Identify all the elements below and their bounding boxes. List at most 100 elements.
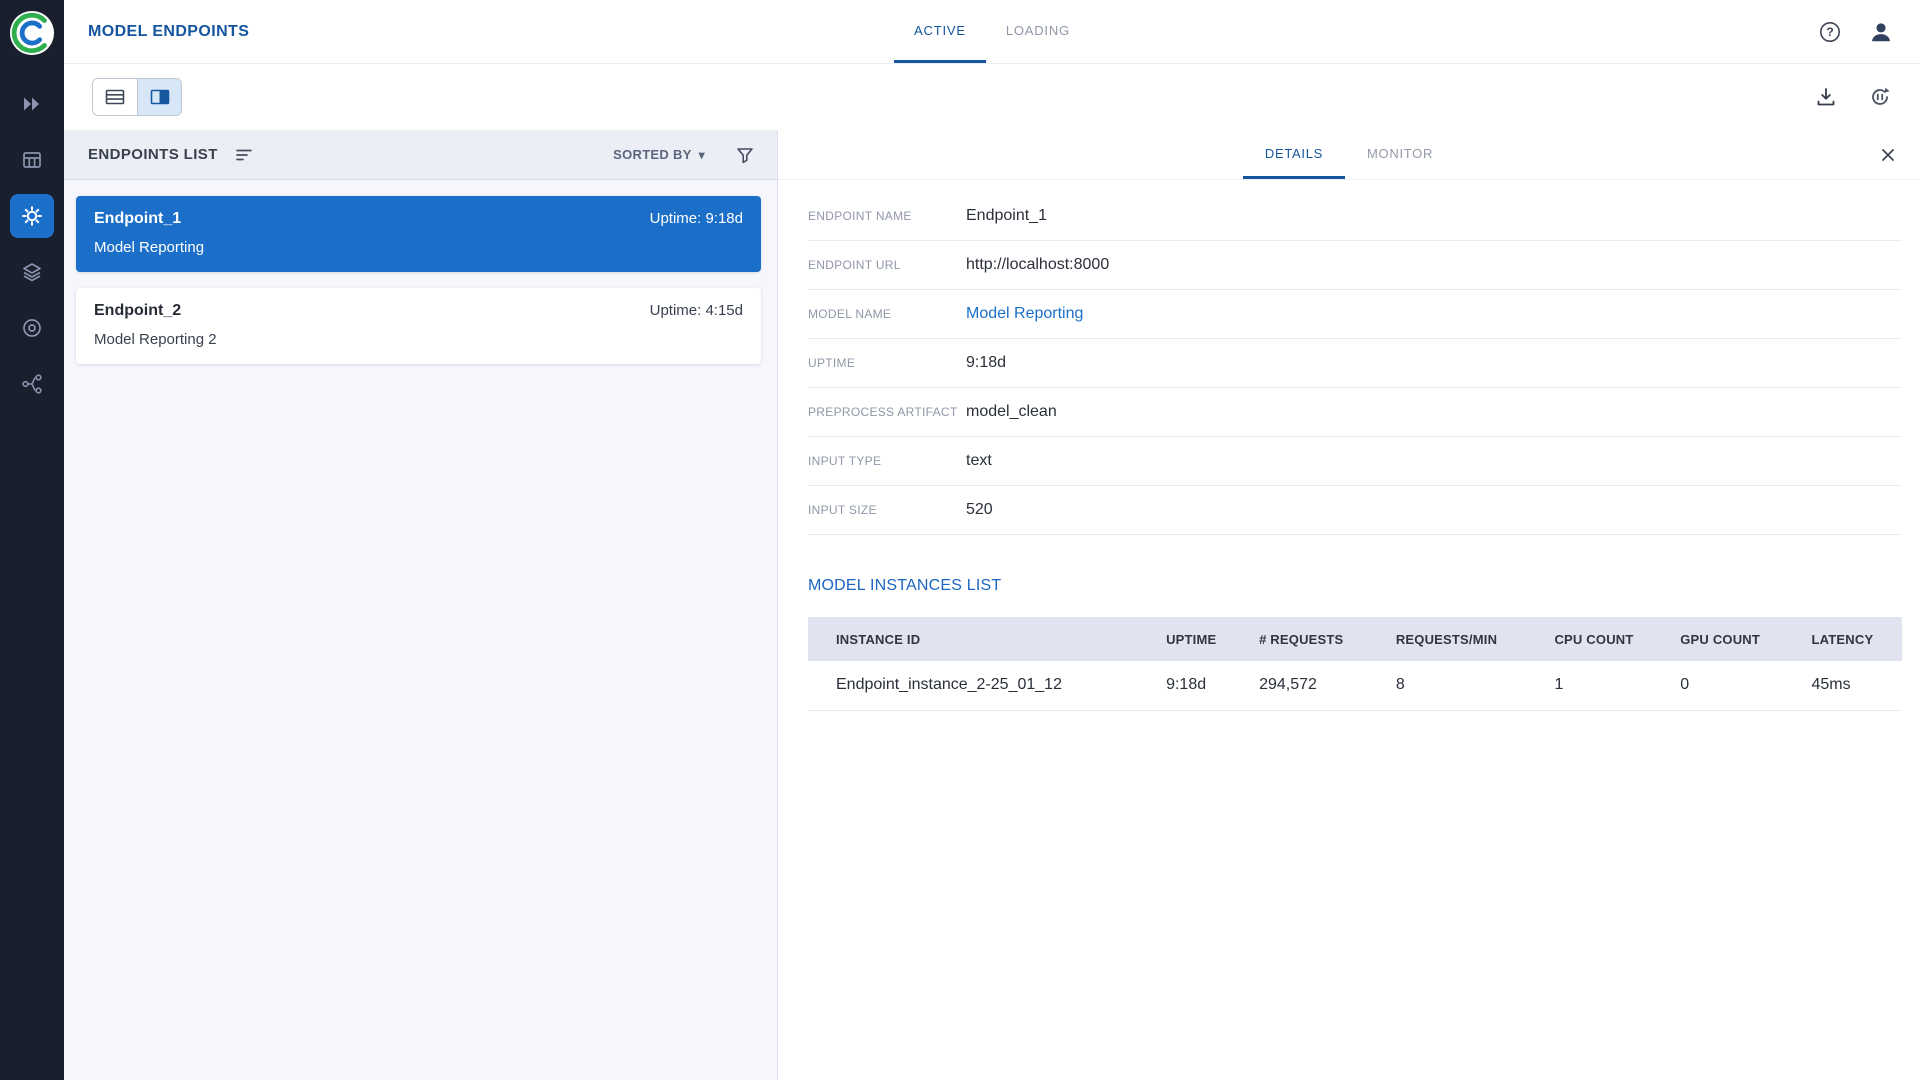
field-value: http://localhost:8000 <box>966 256 1109 274</box>
endpoint-uptime: Uptime: 4:15d <box>650 302 743 319</box>
table-row: Endpoint_instance_2-25_01_12 9:18d 294,5… <box>808 661 1902 710</box>
clearml-logo-icon <box>9 10 55 56</box>
sidebar <box>0 0 64 1080</box>
sidebar-item-projects[interactable] <box>10 138 54 182</box>
endpoint-card-1[interactable]: Endpoint_1 Uptime: 9:18d Model Reporting <box>76 196 761 272</box>
endpoints-card-list: Endpoint_1 Uptime: 9:18d Model Reporting… <box>64 180 777 380</box>
cell-uptime: 9:18d <box>1158 661 1251 710</box>
tab-loading[interactable]: LOADING <box>986 0 1090 63</box>
details-tabs: DETAILS MONITOR <box>778 130 1920 180</box>
sorted-by-label: SORTED BY <box>613 147 692 162</box>
details-panel: DETAILS MONITOR ENDPOINT NAME Endpoint_1 <box>778 130 1920 1080</box>
content-area: ENDPOINTS LIST SORTED BY ▾ <box>64 130 1920 1080</box>
table-header-row: INSTANCE ID UPTIME # REQUESTS REQUESTS/M… <box>808 617 1902 661</box>
field-value: model_clean <box>966 403 1057 421</box>
gear-icon <box>21 205 43 227</box>
endpoint-model: Model Reporting <box>94 239 743 256</box>
clearml-logo[interactable] <box>9 10 55 56</box>
toolbar-actions <box>1814 85 1892 109</box>
field-row-preprocess-artifact: PREPROCESS ARTIFACT model_clean <box>808 388 1902 437</box>
col-cpu-count: CPU COUNT <box>1546 617 1672 661</box>
tab-monitor[interactable]: MONITOR <box>1345 130 1455 179</box>
grid-table-icon <box>21 149 43 171</box>
sidebar-item-hyper-datasets[interactable] <box>10 306 54 350</box>
card-row: Endpoint_1 Uptime: 9:18d <box>94 210 743 228</box>
double-play-icon <box>21 93 43 115</box>
split-view-icon <box>149 86 171 108</box>
endpoint-model: Model Reporting 2 <box>94 331 743 348</box>
field-row-endpoint-name: ENDPOINT NAME Endpoint_1 <box>808 192 1902 241</box>
model-instances-table: INSTANCE ID UPTIME # REQUESTS REQUESTS/M… <box>808 617 1902 711</box>
field-label: MODEL NAME <box>808 307 966 321</box>
field-value: 520 <box>966 501 993 519</box>
help-button[interactable]: ? <box>1818 20 1842 44</box>
layers-icon <box>21 261 43 283</box>
close-details-button[interactable] <box>1878 130 1898 179</box>
field-value: Endpoint_1 <box>966 207 1047 225</box>
auto-refresh-button[interactable] <box>1868 85 1892 109</box>
auto-refresh-icon <box>1868 85 1892 109</box>
field-label: ENDPOINT NAME <box>808 209 966 223</box>
sort-lines-icon <box>234 145 254 165</box>
filter-funnel-icon <box>735 145 755 165</box>
user-avatar-icon <box>1868 19 1894 45</box>
sidebar-item-pipelines[interactable] <box>10 362 54 406</box>
endpoints-list-title: ENDPOINTS LIST <box>88 146 218 163</box>
list-view-icon <box>104 86 126 108</box>
sidebar-item-model-serving[interactable] <box>10 194 54 238</box>
col-uptime: UPTIME <box>1158 617 1251 661</box>
field-row-endpoint-url: ENDPOINT URL http://localhost:8000 <box>808 241 1902 290</box>
col-instance-id: INSTANCE ID <box>808 617 1158 661</box>
sorted-by-dropdown[interactable]: SORTED BY ▾ <box>613 147 705 162</box>
sort-options-button[interactable] <box>234 145 254 165</box>
card-row: Endpoint_2 Uptime: 4:15d <box>94 302 743 320</box>
field-value: 9:18d <box>966 354 1006 372</box>
cell-requests: 294,572 <box>1251 661 1388 710</box>
sidebar-item-datasets[interactable] <box>10 250 54 294</box>
tab-active[interactable]: ACTIVE <box>894 0 986 63</box>
endpoint-name: Endpoint_1 <box>94 210 181 228</box>
field-label: INPUT TYPE <box>808 454 966 468</box>
model-instances-title: MODEL INSTANCES LIST <box>808 577 1902 595</box>
details-body: ENDPOINT NAME Endpoint_1 ENDPOINT URL ht… <box>778 180 1920 1080</box>
cell-latency: 45ms <box>1804 661 1903 710</box>
svg-text:?: ? <box>1826 25 1833 39</box>
endpoint-card-2[interactable]: Endpoint_2 Uptime: 4:15d Model Reporting… <box>76 288 761 364</box>
main-area: MODEL ENDPOINTS ACTIVE LOADING ? <box>64 0 1920 1080</box>
field-value: text <box>966 452 992 470</box>
split-view-button[interactable] <box>137 79 181 115</box>
user-menu-button[interactable] <box>1868 19 1894 45</box>
chevron-down-icon: ▾ <box>699 148 705 162</box>
help-icon: ? <box>1818 20 1842 44</box>
list-view-button[interactable] <box>93 79 137 115</box>
model-name-link[interactable]: Model Reporting <box>966 305 1083 323</box>
endpoints-panel-header: ENDPOINTS LIST SORTED BY ▾ <box>64 130 777 180</box>
cell-instance-id: Endpoint_instance_2-25_01_12 <box>808 661 1158 710</box>
field-label: UPTIME <box>808 356 966 370</box>
endpoint-name: Endpoint_2 <box>94 302 181 320</box>
pipeline-icon <box>21 373 43 395</box>
page-title: MODEL ENDPOINTS <box>88 23 249 41</box>
cell-cpu-count: 1 <box>1546 661 1672 710</box>
field-label: INPUT SIZE <box>808 503 966 517</box>
toolbar <box>64 64 1920 130</box>
cell-gpu-count: 0 <box>1672 661 1803 710</box>
download-button[interactable] <box>1814 85 1838 109</box>
field-row-uptime: UPTIME 9:18d <box>808 339 1902 388</box>
field-row-input-type: INPUT TYPE text <box>808 437 1902 486</box>
field-row-model-name: MODEL NAME Model Reporting <box>808 290 1902 339</box>
tab-details[interactable]: DETAILS <box>1243 130 1345 179</box>
col-gpu-count: GPU COUNT <box>1672 617 1803 661</box>
header-tabs: ACTIVE LOADING <box>894 0 1090 63</box>
cell-requests-min: 8 <box>1388 661 1547 710</box>
field-label: ENDPOINT URL <box>808 258 966 272</box>
view-mode-toggle <box>92 78 182 116</box>
endpoint-uptime: Uptime: 9:18d <box>650 210 743 227</box>
sidebar-item-getting-started[interactable] <box>10 82 54 126</box>
filter-button[interactable] <box>735 145 755 165</box>
field-label: PREPROCESS ARTIFACT <box>808 405 966 419</box>
app-root: MODEL ENDPOINTS ACTIVE LOADING ? <box>0 0 1920 1080</box>
col-requests: # REQUESTS <box>1251 617 1388 661</box>
close-icon <box>1878 145 1898 165</box>
col-requests-min: REQUESTS/MIN <box>1388 617 1547 661</box>
